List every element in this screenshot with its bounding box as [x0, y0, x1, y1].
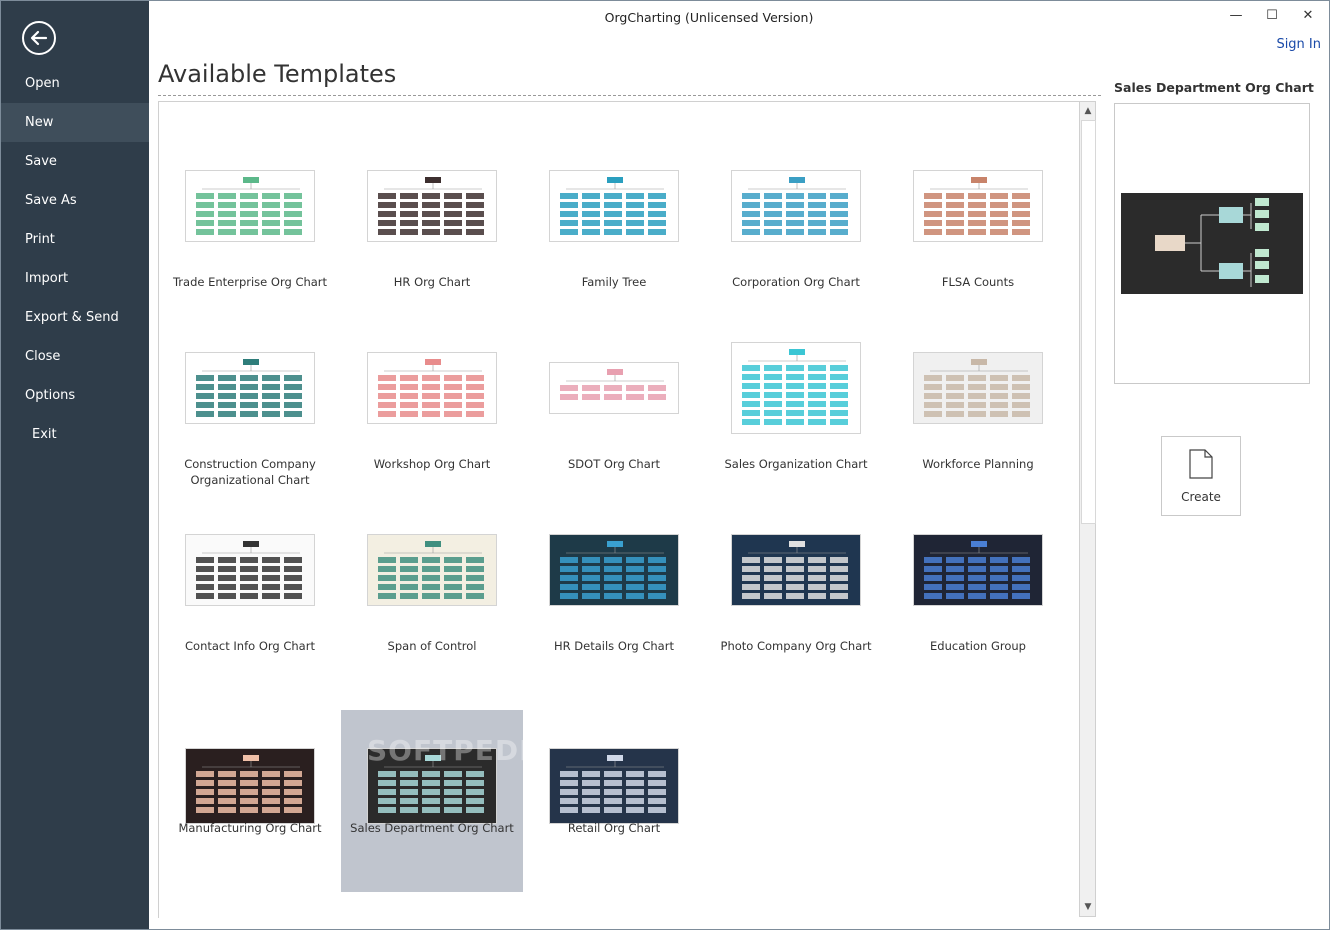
back-button[interactable]: [22, 21, 56, 55]
template-card[interactable]: Department Org Chart: [341, 102, 523, 164]
template-card[interactable]: Manufacturing Org Chart: [159, 710, 341, 892]
template-thumbnail: [731, 342, 861, 434]
template-label: FLSA Counts: [941, 275, 1015, 289]
template-label: Family Tree: [581, 275, 647, 289]
template-label: Education Group: [930, 639, 1026, 653]
sidebar-item-close[interactable]: Close: [1, 337, 149, 376]
template-label: Span of Control: [387, 639, 477, 653]
template-label: Workshop Org Chart: [373, 457, 491, 471]
scroll-thumb[interactable]: [1081, 120, 1096, 524]
sidebar-item-save[interactable]: Save: [1, 142, 149, 181]
template-label: Corporation Org Chart: [732, 275, 860, 289]
template-thumbnail: [549, 170, 679, 242]
template-thumbnail: [367, 170, 497, 242]
template-card[interactable]: Sales Department Org Chart SOFTPEDIA: [341, 710, 552, 892]
template-card[interactable]: Trade Enterprise Org Chart: [159, 164, 341, 346]
template-thumbnail: [367, 352, 497, 424]
sidebar-item-exit[interactable]: Exit: [1, 415, 149, 454]
template-thumbnail: [185, 534, 315, 606]
template-card[interactable]: Company Org Chart: [887, 102, 1069, 164]
template-label: Sales Organization Chart: [724, 457, 868, 471]
template-card[interactable]: Retail Org Chart: [523, 710, 705, 892]
template-label: Workforce Planning: [922, 457, 1034, 471]
window-title: OrgCharting (Unlicensed Version): [604, 10, 814, 25]
template-thumbnail: [367, 534, 497, 606]
create-button[interactable]: Create: [1161, 436, 1241, 516]
template-card[interactable]: Sales Organization Chart: [705, 342, 887, 528]
template-card[interactable]: Corporation Org Chart: [705, 164, 887, 346]
template-thumbnail: [185, 748, 315, 824]
sidebar-item-new[interactable]: New: [1, 103, 149, 142]
template-thumbnail: [185, 352, 315, 424]
template-label: SDOT Org Chart: [567, 457, 661, 471]
template-card[interactable]: Workforce Planning: [887, 346, 1069, 528]
template-thumbnail: [913, 170, 1043, 242]
minimize-button[interactable]: —: [1221, 5, 1251, 27]
template-thumbnail: [731, 534, 861, 606]
preview-title: Sales Department Org Chart: [1114, 80, 1314, 95]
template-label: HR Details Org Chart: [554, 639, 674, 653]
document-icon: [1189, 449, 1213, 479]
template-thumbnail: [731, 170, 861, 242]
sidebar-menu: Open New Save Save As Print Import Expor…: [1, 64, 149, 454]
template-card[interactable]: Workshop Org Chart: [341, 346, 523, 528]
arrow-down-icon[interactable]: ▼: [1082, 900, 1094, 914]
template-card[interactable]: HR Details Org Chart: [523, 528, 705, 710]
template-card[interactable]: Sales Company Org Chart: [159, 102, 341, 164]
sidebar-item-save-as[interactable]: Save As: [1, 181, 149, 220]
template-card[interactable]: Span of Control: [341, 528, 523, 710]
template-card[interactable]: Salary Org Chart: [705, 102, 887, 164]
template-label: Photo Company Org Chart: [720, 639, 872, 653]
divider: [158, 95, 1101, 96]
template-card[interactable]: Construction Company Organizational Char…: [159, 346, 341, 528]
template-label: Trade Enterprise Org Chart: [172, 275, 328, 289]
title-bar: OrgCharting (Unlicensed Version) — ☐ ✕: [149, 1, 1329, 33]
template-thumbnail: [913, 534, 1043, 606]
template-label: Sales Department Org Chart: [350, 821, 514, 835]
app-window: Open New Save Save As Print Import Expor…: [0, 0, 1330, 930]
sign-in-link[interactable]: Sign In: [1276, 37, 1321, 52]
preview-image: [1121, 193, 1303, 294]
template-label: Construction Company Organizational Char…: [184, 457, 316, 487]
template-thumbnail: [549, 534, 679, 606]
template-card[interactable]: Education Group: [887, 528, 1069, 710]
arrow-up-icon[interactable]: ▲: [1082, 104, 1094, 118]
template-card[interactable]: Photo Company Org Chart: [705, 528, 887, 710]
sidebar-item-open[interactable]: Open: [1, 64, 149, 103]
create-label: Create: [1181, 490, 1221, 504]
sidebar: Open New Save Save As Print Import Expor…: [1, 1, 149, 929]
sidebar-item-export-send[interactable]: Export & Send: [1, 298, 149, 337]
template-card[interactable]: FLSA Counts: [887, 164, 1069, 346]
maximize-button[interactable]: ☐: [1257, 5, 1287, 27]
close-button[interactable]: ✕: [1293, 5, 1323, 27]
template-card[interactable]: HR Org Chart: [341, 164, 523, 346]
template-thumbnail: [549, 362, 679, 414]
template-thumbnail: [913, 352, 1043, 424]
sidebar-item-import[interactable]: Import: [1, 259, 149, 298]
sidebar-item-options[interactable]: Options: [1, 376, 149, 415]
template-card[interactable]: Marketing Department Org Chart: [523, 102, 705, 164]
template-label: HR Org Chart: [393, 275, 471, 289]
template-thumbnail: [549, 748, 679, 824]
template-thumbnail: [185, 170, 315, 242]
template-label: Contact Info Org Chart: [185, 639, 315, 653]
template-card[interactable]: Family Tree: [523, 164, 705, 346]
template-label: Retail Org Chart: [567, 821, 661, 835]
sidebar-item-print[interactable]: Print: [1, 220, 149, 259]
template-label: Manufacturing Org Chart: [178, 821, 322, 835]
page-title: Available Templates: [158, 60, 397, 88]
template-card[interactable]: SDOT Org Chart: [523, 346, 705, 528]
template-card[interactable]: Contact Info Org Chart: [159, 528, 341, 710]
template-preview: [1114, 103, 1310, 384]
back-arrow-icon: [30, 30, 48, 46]
template-gallery: Sales Company Org ChartDepartment Org Ch…: [158, 101, 1081, 918]
gallery-scrollbar[interactable]: ▲ ▼: [1079, 101, 1096, 917]
